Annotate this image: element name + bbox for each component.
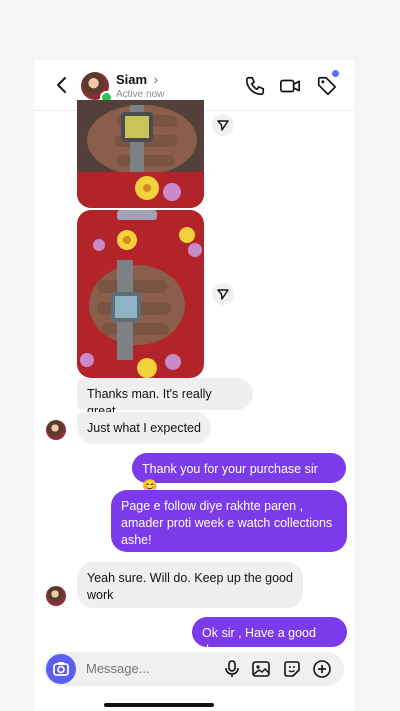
plus-icon[interactable] xyxy=(312,659,332,679)
notification-dot xyxy=(332,70,339,77)
photo-message[interactable] xyxy=(77,100,204,208)
outgoing-message[interactable]: Page e follow diye rakhte paren , amader… xyxy=(111,490,347,552)
send-icon xyxy=(217,289,229,300)
camera-button[interactable] xyxy=(46,654,76,684)
sticker-icon[interactable] xyxy=(282,659,302,679)
microphone-icon[interactable] xyxy=(222,659,242,679)
avatar[interactable] xyxy=(46,586,66,606)
chevron-right-icon: › xyxy=(153,72,159,87)
message-list[interactable]: Thanks man. It's really great Just what … xyxy=(34,100,354,657)
share-button[interactable] xyxy=(212,114,234,136)
send-icon xyxy=(217,120,229,131)
home-indicator[interactable] xyxy=(104,703,214,707)
active-status: Active now xyxy=(116,89,165,100)
avatar[interactable] xyxy=(46,420,66,440)
message-text: Yeah sure. Will do. Keep up the good wor… xyxy=(87,571,293,602)
outgoing-message[interactable]: Ok sir , Have a good day xyxy=(192,617,347,657)
tag-icon[interactable] xyxy=(316,75,338,97)
share-button[interactable] xyxy=(212,283,234,305)
chevron-left-icon[interactable] xyxy=(54,76,70,94)
message-text: Thank you for your purchase sir 😊 xyxy=(142,462,318,493)
incoming-message[interactable]: Just what I expected xyxy=(77,412,211,444)
incoming-message[interactable]: Yeah sure. Will do. Keep up the good wor… xyxy=(77,562,303,608)
message-input[interactable] xyxy=(86,661,206,676)
incoming-message[interactable]: Thanks man. It's really great xyxy=(77,378,253,418)
phone-icon[interactable] xyxy=(244,75,266,97)
outgoing-message[interactable]: Thank you for your purchase sir 😊 xyxy=(132,453,346,493)
message-text: Page e follow diye rakhte paren , amader… xyxy=(121,499,333,547)
watch-photo xyxy=(77,210,204,378)
watch-photo xyxy=(77,100,204,208)
image-icon[interactable] xyxy=(251,659,271,679)
video-camera-icon[interactable] xyxy=(279,75,301,97)
message-composer xyxy=(44,652,344,686)
message-text: Just what I expected xyxy=(87,421,201,435)
contact-name: Siam xyxy=(116,72,148,87)
contact-name-row[interactable]: Siam › xyxy=(116,72,158,87)
camera-icon xyxy=(53,662,69,676)
photo-message[interactable] xyxy=(77,210,204,378)
chat-screen: Siam › Active now Thanks man. It's reall… xyxy=(34,60,354,711)
